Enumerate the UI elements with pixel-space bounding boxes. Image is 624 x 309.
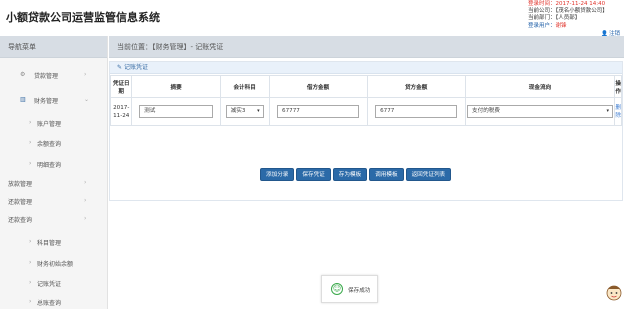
toast-message: 保存成功 (348, 288, 371, 294)
sidebar-item-label: 记账凭证 (37, 281, 62, 288)
delete-link[interactable]: 删除 (615, 105, 621, 119)
cash-flow-select[interactable]: 支付的税费 ▾ (467, 105, 613, 118)
sidebar-item-finance-management[interactable]: ▥ 财务管理 ⌄ (0, 96, 108, 110)
summary-input[interactable]: 测试 (139, 105, 214, 118)
action-cell: 删除 (614, 97, 622, 126)
dropdown-caret-icon: ▾ (257, 108, 260, 114)
sidebar-item-label: 余额查询 (37, 141, 62, 148)
sidebar-item-label: 还款查询 (8, 217, 33, 224)
sidebar-title: 导航菜单 (0, 36, 107, 58)
app-header: 小额贷款公司运营监管信息系统 登录时间：2017-11-24 14:40 当前公… (0, 0, 624, 37)
account-select[interactable]: 减实3 ▾ (225, 105, 264, 118)
sidebar-item-repayment-query[interactable]: 还款查询 › (0, 215, 108, 229)
sidebar-item-detail-query[interactable]: › 明细查询 (0, 160, 108, 174)
sidebar-item-account-management[interactable]: › 账户管理 (0, 119, 108, 133)
main-content: 当前位置：【财务管理】- 记账凭证 ✎ 记账凭证 凭证日期 摘要 会计科目 借方金… (109, 36, 624, 309)
sidebar-item-subject-management[interactable]: › 科目管理 (0, 238, 108, 252)
chevron-right-icon: › (84, 197, 87, 204)
chevron-right-icon: › (29, 119, 32, 126)
add-entry-button[interactable]: 添加分录 (260, 168, 295, 181)
sidebar-item-initial-balance[interactable]: › 财务初始余额 (0, 259, 108, 273)
sidebar-item-voucher[interactable]: › 记账凭证 (0, 279, 108, 293)
chevron-right-icon: › (29, 279, 32, 286)
bar-chart-icon: ▥ (20, 96, 26, 103)
sidebar-item-balance-query[interactable]: › 余额查询 (0, 139, 108, 153)
voucher-date: 2017-11-24 (109, 97, 133, 126)
summary-cell: 测试 (131, 97, 221, 126)
table-header-row: 凭证日期 摘要 会计科目 借方金额 贷方金额 现金流向 操作 (109, 75, 622, 98)
save-as-template-button[interactable]: 存为模板 (332, 168, 368, 181)
chevron-right-icon: › (84, 179, 87, 186)
mascot-icon[interactable] (605, 283, 623, 303)
sidebar: 导航菜单 ⚙ 贷款管理 › ▥ 财务管理 ⌄ › 账户管理 › 余额查询 › 明… (0, 36, 108, 309)
credit-input[interactable]: 6777 (375, 105, 458, 118)
chevron-right-icon: › (84, 71, 87, 78)
user-info: 登录时间：2017-11-24 14:40 当前公司：【茂名小额贷款公司】 当前… (528, 1, 618, 30)
action-buttons: 添加分录 保存凭证 存为模板 调用模板 返回凭证列表 (260, 168, 453, 184)
debit-cell: 67777 (268, 97, 368, 126)
breadcrumb: 当前位置：【财务管理】- 记账凭证 (109, 36, 624, 58)
table-row: 2017-11-24 测试 减实3 ▾ 67777 6777 支付的税费 ▾ 删除 (109, 97, 622, 126)
cash-flow-cell: 支付的税费 ▾ (464, 97, 616, 126)
sidebar-item-label: 明细查询 (37, 162, 62, 169)
column-header-credit: 贷方金额 (366, 75, 466, 98)
column-header-debit: 借方金额 (268, 75, 368, 98)
sidebar-item-disbursement[interactable]: 放款管理 › (0, 179, 108, 193)
credit-cell: 6777 (366, 97, 466, 126)
login-user-name: 谢锋 (555, 22, 567, 29)
use-template-button[interactable]: 调用模板 (369, 168, 404, 181)
chevron-right-icon: › (29, 160, 32, 167)
pencil-icon: ✎ (117, 64, 123, 71)
panel-title-bar: ✎ 记账凭证 (110, 62, 622, 74)
chevron-right-icon: › (29, 238, 32, 245)
current-department: 当前部门：【人员部】 (528, 15, 581, 22)
column-header-action: 操作 (614, 75, 622, 98)
voucher-table: 凭证日期 摘要 会计科目 借方金额 贷方金额 现金流向 操作 2017-11-2… (109, 75, 622, 126)
login-user-label: 登录用户： (528, 22, 556, 29)
sidebar-item-label: 总账查询 (37, 300, 62, 307)
smile-icon: ☺ (331, 283, 343, 295)
sidebar-item-label: 账户管理 (37, 121, 62, 128)
column-header-summary: 摘要 (131, 75, 221, 98)
chevron-right-icon: › (29, 298, 32, 305)
app-title: 小额贷款公司运营监管信息系统 (6, 11, 160, 24)
debit-input[interactable]: 67777 (277, 105, 360, 118)
account-cell: 减实3 ▾ (219, 97, 270, 126)
column-header-date: 凭证日期 (109, 75, 133, 98)
voucher-panel: ✎ 记账凭证 凭证日期 摘要 会计科目 借方金额 贷方金额 现金流向 操作 201… (109, 61, 623, 201)
sidebar-item-label: 还款管理 (8, 199, 33, 206)
back-to-list-button[interactable]: 返回凭证列表 (405, 168, 452, 181)
chevron-right-icon: › (29, 139, 32, 146)
cash-flow-select-value: 支付的税费 (472, 108, 500, 114)
save-success-toast: ☺ 保存成功 (321, 275, 378, 303)
dropdown-caret-icon: ▾ (606, 108, 609, 114)
sidebar-item-label: 财务初始余额 (37, 261, 74, 268)
chevron-right-icon: › (84, 215, 87, 222)
chevron-right-icon: › (29, 259, 32, 266)
chevron-down-icon: ⌄ (84, 96, 90, 103)
account-select-value: 减实3 (230, 108, 246, 114)
sidebar-item-label: 贷款管理 (34, 73, 59, 80)
column-header-account: 会计科目 (219, 75, 270, 98)
sidebar-item-label: 放款管理 (8, 181, 33, 188)
sidebar-item-repayment[interactable]: 还款管理 › (0, 197, 108, 211)
sidebar-item-ledger-query[interactable]: › 总账查询 (0, 298, 108, 309)
gear-icon: ⚙ (20, 71, 26, 78)
sidebar-item-label: 科目管理 (37, 240, 62, 247)
panel-title: 记账凭证 (124, 64, 149, 71)
sidebar-item-label: 财务管理 (34, 98, 59, 105)
column-header-cash-flow: 现金流向 (464, 75, 616, 98)
save-voucher-button[interactable]: 保存凭证 (296, 168, 331, 181)
sidebar-item-loan-management[interactable]: ⚙ 贷款管理 › (0, 71, 108, 85)
